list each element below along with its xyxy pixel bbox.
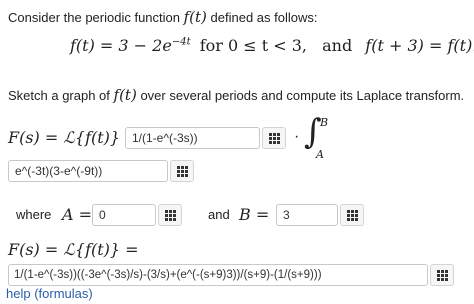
- definition-exponent: −4t: [171, 36, 191, 48]
- upper-limit-keypad-button[interactable]: [340, 204, 364, 226]
- where-label: where: [16, 207, 52, 222]
- laplace-lhs-2: F(s) = ℒ{f(t)} =: [8, 240, 139, 259]
- intro-prefix: Consider the periodic function: [8, 10, 180, 25]
- integral-lower-limit: A: [316, 148, 324, 161]
- integral-upper-limit: B: [320, 116, 329, 129]
- task-function: f(t): [113, 86, 137, 104]
- definition-periodic: f(t + 3) = f(t).: [365, 36, 474, 55]
- integrand-input[interactable]: e^(-3t)(3-e^(-9t)): [8, 160, 168, 182]
- transform-keypad-button[interactable]: [430, 264, 454, 286]
- keypad-grid-icon: [346, 209, 358, 221]
- a-label: A =: [62, 205, 93, 224]
- keypad-grid-icon: [164, 209, 176, 221]
- definition-lhs: f(t) = 3 − 2e: [70, 36, 172, 55]
- task-line: Sketch a graph of f(t) over several peri…: [8, 86, 464, 104]
- keypad-grid-icon: [268, 132, 280, 144]
- intro-line: Consider the periodic function f(t) defi…: [8, 8, 318, 26]
- intro-suffix: defined as follows:: [210, 10, 318, 25]
- multiply-dot: ·: [294, 128, 300, 145]
- lower-limit-input[interactable]: 0: [92, 204, 156, 226]
- function-definition: f(t) = 3 − 2e−4t for 0 ≤ t < 3, and f(t …: [70, 36, 474, 55]
- definition-condition: for 0 ≤ t < 3,: [199, 36, 308, 55]
- task-prefix: Sketch a graph of: [8, 88, 110, 103]
- intro-function: f(t): [183, 8, 207, 26]
- b-label: B =: [239, 205, 270, 224]
- factor-input[interactable]: 1/(1-e^(-3s)): [125, 127, 260, 149]
- keypad-grid-icon: [436, 269, 448, 281]
- upper-limit-input[interactable]: 3: [276, 204, 338, 226]
- task-suffix: over several periods and compute its Lap…: [140, 88, 465, 103]
- integrand-keypad-button[interactable]: [170, 160, 194, 182]
- laplace-lhs-1: F(s) = ℒ{f(t)} =: [8, 128, 139, 147]
- keypad-grid-icon: [176, 165, 188, 177]
- lower-limit-keypad-button[interactable]: [158, 204, 182, 226]
- transform-input[interactable]: 1/(1-e^(-3s))((-3e^(-3s)/s)-(3/s)+(e^(-(…: [8, 264, 428, 286]
- and-label: and: [208, 207, 230, 222]
- factor-keypad-button[interactable]: [262, 127, 286, 149]
- help-formulas-link[interactable]: help (formulas): [6, 286, 93, 301]
- definition-and: and: [322, 36, 353, 55]
